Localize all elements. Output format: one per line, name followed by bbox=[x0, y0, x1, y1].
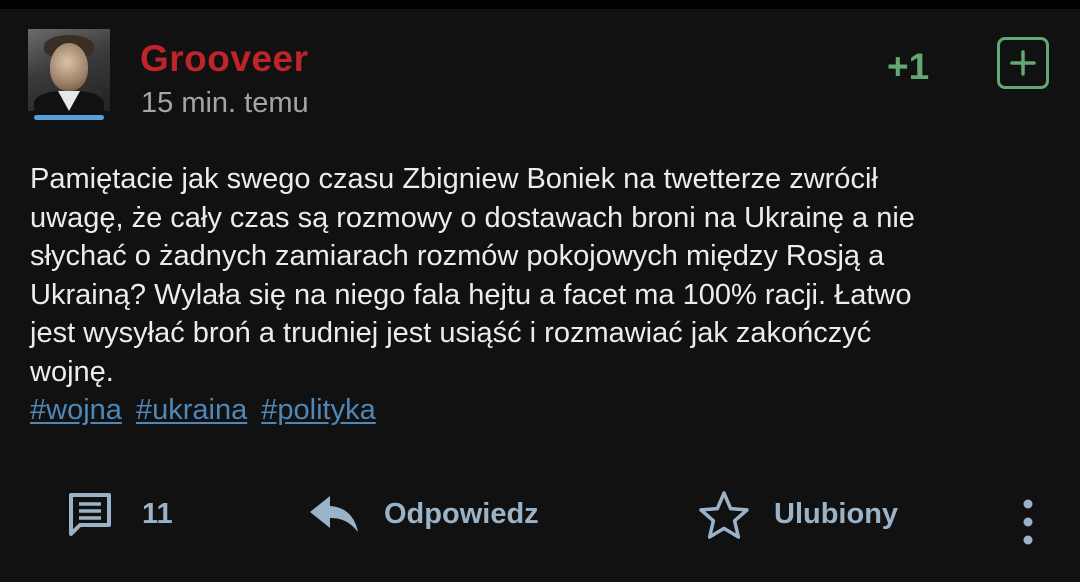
content-line: uwagę, że cały czas są rozmowy o dostawa… bbox=[30, 201, 915, 234]
content-line: wojnę. bbox=[30, 355, 114, 388]
post-content: Pamiętacie jak swego czasu Zbigniew Boni… bbox=[30, 160, 1050, 391]
avatar-face bbox=[50, 43, 88, 91]
more-options-button[interactable] bbox=[1013, 498, 1043, 546]
plus-icon bbox=[1010, 50, 1036, 76]
tag-list: #wojna #ukraina #polityka bbox=[30, 391, 382, 429]
content-line: słychać o żadnych zamiarach rozmów pokoj… bbox=[30, 240, 885, 272]
comments-count: 11 bbox=[142, 498, 173, 530]
reply-arrow-icon bbox=[310, 496, 358, 532]
content-line: Pamiętacie jak swego czasu Zbigniew Boni… bbox=[30, 163, 878, 195]
vote-count: +1 bbox=[887, 46, 930, 87]
reply-button[interactable]: Odpowiedz bbox=[308, 490, 568, 538]
upvote-button[interactable] bbox=[997, 37, 1049, 89]
tag-link-polityka[interactable]: #polityka bbox=[261, 394, 375, 426]
comments-button[interactable]: 11 bbox=[66, 490, 196, 538]
comment-icon bbox=[69, 493, 111, 536]
more-vertical-icon bbox=[1023, 499, 1033, 545]
author-name[interactable]: Grooveer bbox=[140, 38, 309, 80]
content-line: Ukrainą? Wylała się na niego fala hejtu … bbox=[30, 278, 912, 311]
star-outline-icon bbox=[699, 491, 749, 539]
avatar-gender-indicator bbox=[34, 115, 104, 120]
reply-label: Odpowiedz bbox=[384, 498, 539, 530]
avatar[interactable] bbox=[28, 29, 110, 111]
tag-link-ukraina[interactable]: #ukraina bbox=[136, 394, 247, 426]
tag-link-wojna[interactable]: #wojna bbox=[30, 394, 122, 426]
content-line: jest wysyłać broń a trudniej jest usiąść… bbox=[30, 317, 872, 349]
favorite-button[interactable]: Ulubiony bbox=[698, 490, 918, 539]
favorite-label: Ulubiony bbox=[774, 498, 899, 530]
post-timestamp: 15 min. temu bbox=[141, 87, 309, 119]
